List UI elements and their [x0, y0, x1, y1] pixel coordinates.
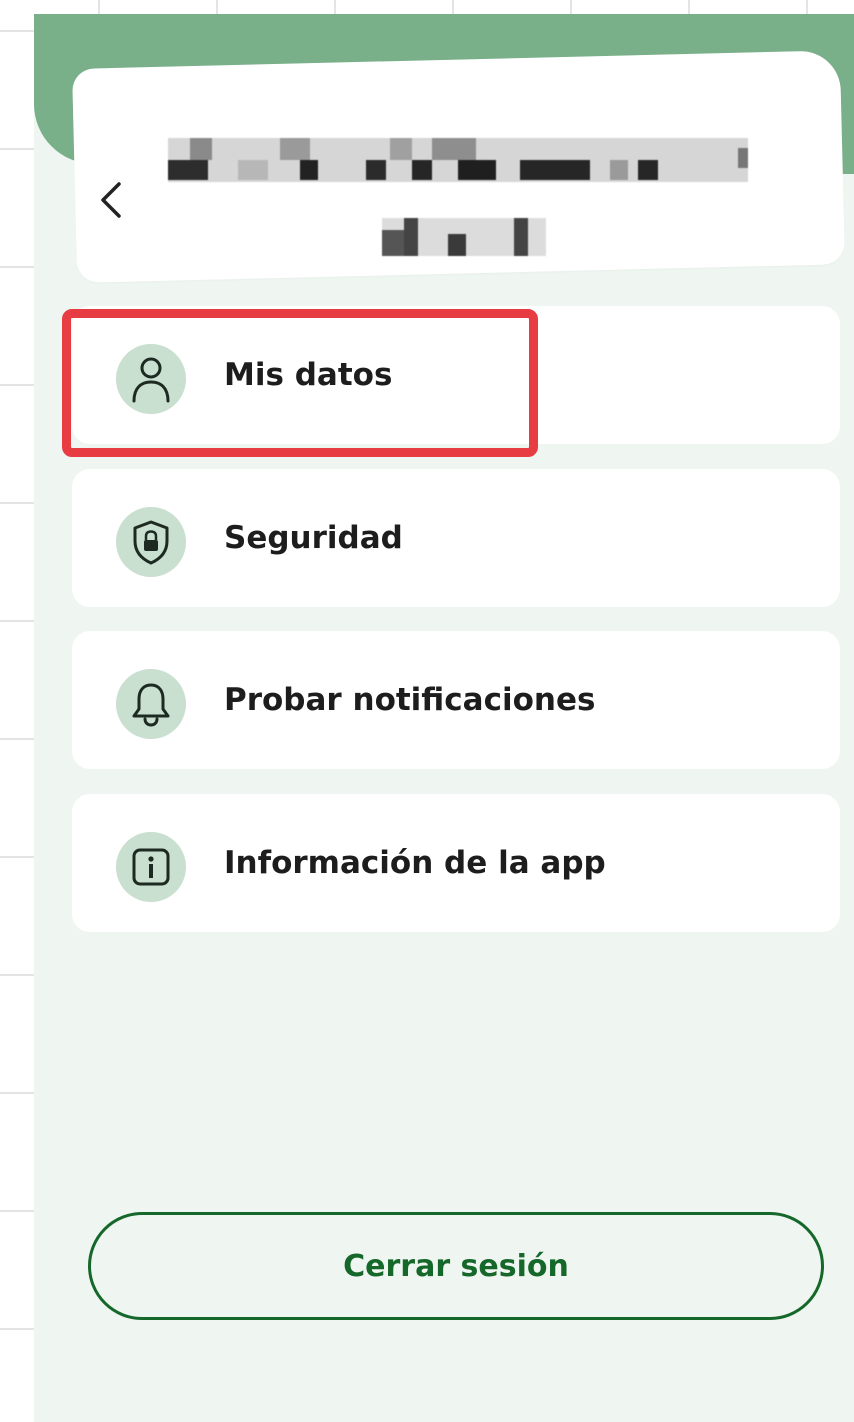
- shield-icon-circle: [116, 507, 186, 577]
- info-icon: [132, 848, 170, 886]
- back-button[interactable]: [96, 180, 126, 220]
- bell-icon: [132, 683, 170, 727]
- menu-item-label: Probar notificaciones: [224, 682, 596, 718]
- info-icon-circle: [116, 832, 186, 902]
- user-icon: [132, 357, 170, 403]
- bell-icon-circle: [116, 669, 186, 739]
- profile-detail-redacted: [382, 218, 546, 256]
- shield-lock-icon: [133, 520, 169, 565]
- menu-item-label: Información de la app: [224, 845, 606, 881]
- menu-item-mis-datos[interactable]: Mis datos: [72, 306, 840, 444]
- chevron-left-icon: [101, 182, 121, 218]
- menu-item-seguridad[interactable]: Seguridad: [72, 469, 840, 607]
- logout-button[interactable]: Cerrar sesión: [88, 1212, 824, 1320]
- menu-item-label: Mis datos: [224, 357, 393, 393]
- menu-item-label: Seguridad: [224, 520, 403, 556]
- profile-name-redacted: [168, 138, 748, 182]
- menu-item-informacion-app[interactable]: Información de la app: [72, 794, 840, 932]
- menu-item-probar-notificaciones[interactable]: Probar notificaciones: [72, 631, 840, 769]
- user-icon-circle: [116, 344, 186, 414]
